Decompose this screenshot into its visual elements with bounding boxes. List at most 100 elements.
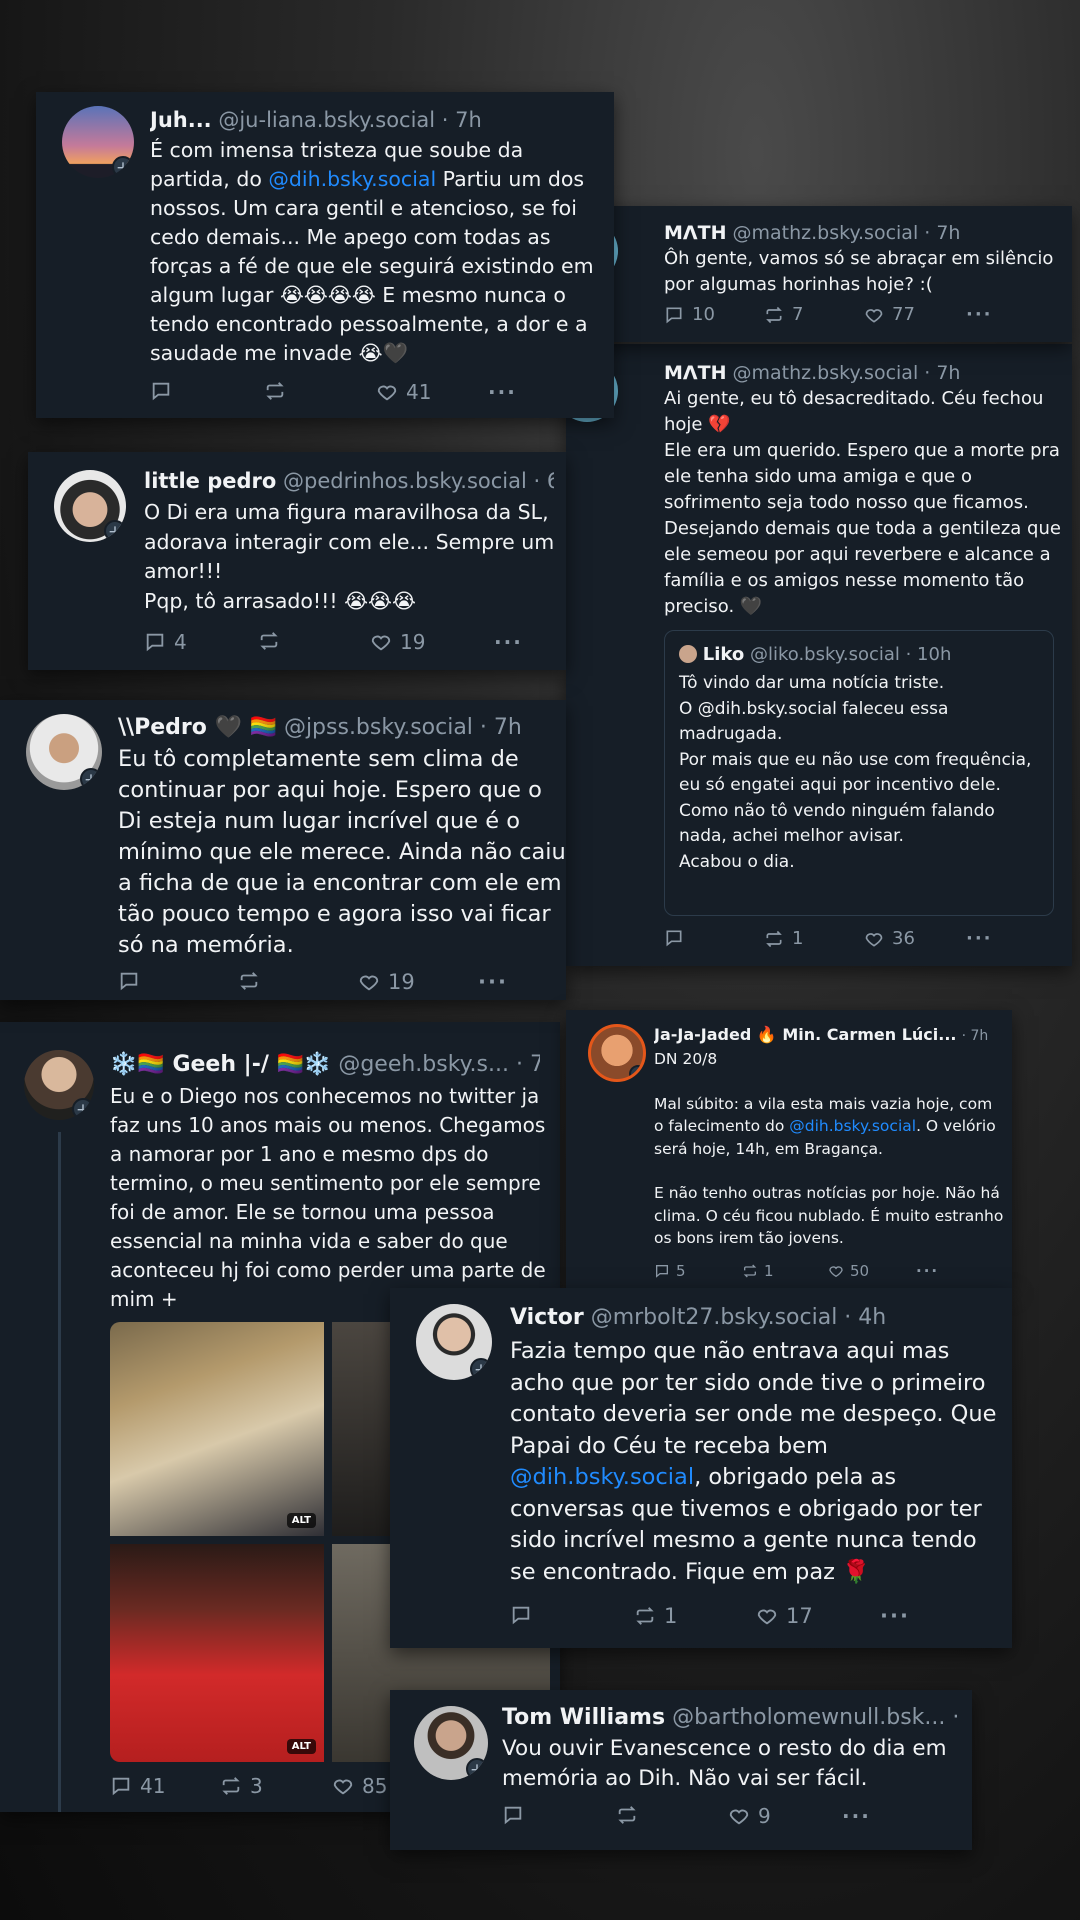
like-button[interactable]: 41	[376, 380, 431, 404]
repost-button[interactable]: 3	[220, 1774, 263, 1798]
author-name[interactable]: Victor	[510, 1305, 584, 1330]
quote-line: O @dih.bsky.social faleceu essa madrugad…	[679, 698, 949, 745]
like-icon	[333, 1779, 353, 1795]
like-button[interactable]: 9	[728, 1804, 771, 1828]
reply-icon	[152, 382, 170, 401]
author-name[interactable]: ❄️🏳️‍🌈 Geeh |-/ 🏳️‍🌈❄️	[110, 1052, 331, 1077]
like-button[interactable]: 19	[370, 630, 425, 654]
post-text-part: Partiu um dos nossos. Um cara gentil e a…	[150, 167, 594, 365]
like-button[interactable]: 19	[358, 970, 415, 994]
avatar-jaded[interactable]: +	[588, 1024, 646, 1082]
author-name[interactable]: little pedro	[144, 469, 276, 493]
avatar-little-pedro[interactable]: +	[54, 470, 126, 542]
repost-button[interactable]: 7	[764, 304, 803, 325]
post-image[interactable]: ALT	[110, 1322, 324, 1536]
author-name[interactable]: \\Pedro 🖤 🏳️‍🌈	[118, 715, 277, 740]
author-handle[interactable]: @geeh.bsky.s... · 7h	[338, 1052, 540, 1077]
alt-badge[interactable]: ALT	[286, 1513, 316, 1528]
post-header: MΛTH @mathz.bsky.social · 7h	[664, 360, 1064, 386]
avatar-jpss[interactable]: +	[26, 714, 102, 790]
alt-badge[interactable]: ALT	[286, 1739, 316, 1754]
like-button[interactable]: 36	[864, 928, 915, 949]
avatar-geeh[interactable]: +	[24, 1050, 94, 1120]
post-image[interactable]: ALT	[110, 1544, 324, 1762]
more-button[interactable]: ···	[488, 380, 517, 404]
post-card-jaded[interactable]: + Ja-Ja-Jaded 🔥 Min. Carmen Lúci... · 7h…	[566, 1010, 1012, 1288]
mention-link[interactable]: @dih.bsky.social	[268, 167, 436, 191]
like-button[interactable]: 50	[828, 1262, 869, 1280]
quote-author-name[interactable]: Liko	[703, 644, 745, 665]
author-handle[interactable]: @ju-liana.bsky.social · 7h	[218, 108, 481, 132]
quote-post[interactable]: Liko @liko.bsky.social · 10h Tô vindo da…	[664, 630, 1054, 916]
mention-link[interactable]: @dih.bsky.social	[789, 1117, 916, 1135]
repost-button[interactable]	[616, 1804, 646, 1826]
like-button[interactable]: 85	[332, 1774, 387, 1798]
post-card-little-pedro[interactable]: + little pedro @pedrinhos.bsky.social · …	[28, 452, 566, 670]
avatar-tom[interactable]: +	[414, 1706, 488, 1780]
repost-button[interactable]	[238, 970, 268, 992]
reply-button[interactable]	[118, 970, 148, 992]
author-handle[interactable]: · 7h	[962, 1028, 989, 1044]
plus-icon: +	[470, 1358, 492, 1380]
mention-link[interactable]: @dih.bsky.social	[510, 1464, 694, 1490]
author-handle[interactable]: @mrbolt27.bsky.social · 4h	[591, 1305, 887, 1330]
post-card-tom[interactable]: + Tom Williams @bartholomewnull.bsk... ·…	[390, 1690, 972, 1850]
repost-button[interactable]: 1	[764, 928, 803, 949]
post-text: DN 20/8 Mal súbito: a vila esta mais vaz…	[654, 1048, 1004, 1250]
repost-count: 7	[792, 304, 804, 325]
reply-button[interactable]	[150, 380, 180, 402]
avatar-victor[interactable]: +	[416, 1304, 492, 1380]
more-button[interactable]: ···	[966, 928, 993, 949]
reply-button[interactable]	[502, 1804, 532, 1826]
post-card-math1[interactable]: MΛTH @mathz.bsky.social · 7h Ôh gente, v…	[566, 206, 1072, 342]
author-handle[interactable]: @jpss.bsky.social · 7h	[284, 715, 522, 740]
quote-author-handle[interactable]: @liko.bsky.social · 10h	[750, 644, 951, 665]
post-header: Ja-Ja-Jaded 🔥 Min. Carmen Lúci... · 7h	[654, 1024, 1004, 1047]
more-button[interactable]: ···	[842, 1804, 871, 1828]
like-button[interactable]: 17	[756, 1604, 813, 1628]
reply-button[interactable]: 4	[144, 630, 187, 654]
author-handle[interactable]: @mathz.bsky.social · 7h	[733, 362, 961, 384]
quote-avatar[interactable]	[679, 645, 697, 663]
post-line: Pqp, tô arrasado!!! 😭😭😭	[144, 588, 416, 613]
post-line: E não tenho outras notícias por hoje. Nã…	[654, 1184, 1004, 1247]
author-handle[interactable]: @bartholomewnull.bsk... · 3h	[672, 1705, 962, 1730]
post-card-victor[interactable]: + Victor @mrbolt27.bsky.social · 4h Fazi…	[390, 1288, 1012, 1648]
reply-button[interactable]	[510, 1604, 540, 1626]
action-bar: 4 19 ···	[144, 630, 554, 658]
repost-button[interactable]	[264, 380, 294, 402]
repost-button[interactable]	[258, 630, 288, 652]
author-name[interactable]: MΛTH	[664, 222, 726, 244]
reply-button[interactable]: 41	[110, 1774, 165, 1798]
more-button[interactable]: ···	[880, 1604, 910, 1628]
more-button[interactable]: ···	[916, 1262, 939, 1280]
action-bar: 1 36 ···	[664, 928, 1064, 954]
author-name[interactable]: Ja-Ja-Jaded 🔥 Min. Carmen Lúci...	[654, 1025, 957, 1044]
repost-button[interactable]: 1	[634, 1604, 677, 1628]
reply-button[interactable]: 10	[664, 304, 715, 325]
quote-line: Como não tô vendo ninguém falando nada, …	[679, 800, 995, 847]
more-icon: ···	[916, 1262, 940, 1280]
author-handle[interactable]: @pedrinhos.bsky.social · 6h	[283, 469, 554, 493]
repost-button[interactable]: 1	[742, 1262, 774, 1280]
post-line: Mal súbito: a vila esta mais vazia hoje,…	[654, 1093, 1004, 1161]
like-button[interactable]: 77	[864, 304, 915, 325]
post-card-jpss[interactable]: + \\Pedro 🖤 🏳️‍🌈 @jpss.bsky.social · 7h …	[0, 700, 566, 1000]
reply-button[interactable]: 5	[654, 1262, 686, 1280]
post-card-juh[interactable]: + Juh... @ju-liana.bsky.social · 7h É co…	[36, 92, 614, 418]
more-button[interactable]: ···	[966, 304, 993, 325]
author-name[interactable]: Juh...	[150, 108, 212, 132]
repost-icon	[240, 972, 258, 990]
post-text: Fazia tempo que não entrava aqui mas ach…	[510, 1336, 1000, 1588]
more-button[interactable]: ···	[478, 970, 508, 994]
reply-button[interactable]	[664, 928, 692, 948]
post-card-math2[interactable]: MΛTH @mathz.bsky.social · 7h Ai gente, e…	[566, 344, 1072, 966]
plus-icon: +	[466, 1758, 488, 1780]
reply-count: 5	[676, 1262, 686, 1280]
author-name[interactable]: MΛTH	[664, 362, 726, 384]
author-handle[interactable]: @mathz.bsky.social · 7h	[733, 222, 961, 244]
avatar-juh[interactable]: +	[62, 106, 134, 178]
author-name[interactable]: Tom Williams	[502, 1705, 665, 1730]
reply-icon	[666, 930, 682, 947]
more-button[interactable]: ···	[494, 630, 523, 654]
